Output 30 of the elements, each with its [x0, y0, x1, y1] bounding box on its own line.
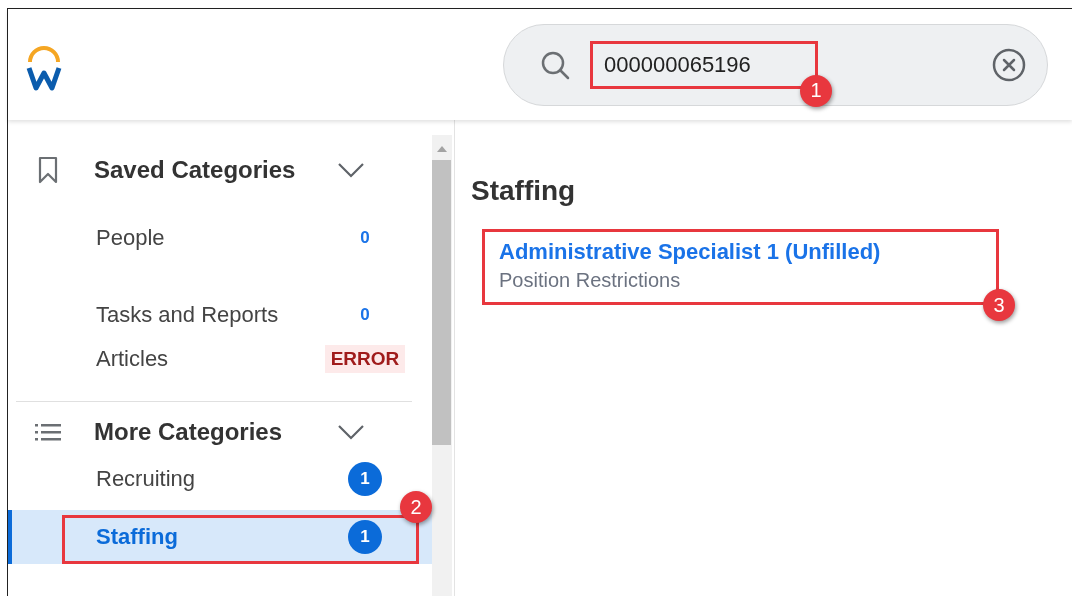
chevron-down-icon[interactable]: [337, 424, 365, 440]
scrollbar[interactable]: [432, 135, 452, 596]
callout-badge: 3: [983, 289, 1015, 321]
list-icon: [35, 422, 61, 442]
category-label: Tasks and Reports: [96, 302, 280, 328]
count-badge: 1: [348, 520, 382, 554]
result-count: 0: [360, 305, 370, 325]
section-heading: Staffing: [471, 175, 577, 207]
category-item[interactable]: Tasks and Reports 0: [8, 293, 432, 337]
section-title: More Categories: [94, 418, 284, 446]
category-item[interactable]: People 0: [8, 213, 432, 263]
category-label: Recruiting: [96, 466, 197, 492]
section-title: Saved Categories: [94, 156, 297, 184]
category-label: Staffing: [96, 524, 179, 550]
error-tag: ERROR: [325, 345, 405, 373]
category-item[interactable]: Articles ERROR: [8, 337, 432, 381]
search-icon: [540, 49, 570, 80]
result-count: 0: [360, 228, 370, 248]
logo-icon[interactable]: [26, 45, 62, 92]
clear-icon[interactable]: [991, 46, 1027, 83]
count-badge: 1: [348, 462, 382, 496]
callout-badge: 2: [400, 491, 432, 523]
search-query: 000000065196: [603, 51, 751, 78]
category-label: People: [96, 225, 166, 251]
search-field[interactable]: 000000065196 1: [503, 23, 1048, 106]
result-subtitle: Position Restrictions: [499, 269, 681, 292]
callout-badge: 1: [800, 74, 832, 107]
result-link[interactable]: Administrative Specialist 1 (Unfilled): [499, 239, 881, 265]
category-label: Articles: [96, 346, 170, 372]
chevron-down-icon[interactable]: [337, 162, 365, 178]
